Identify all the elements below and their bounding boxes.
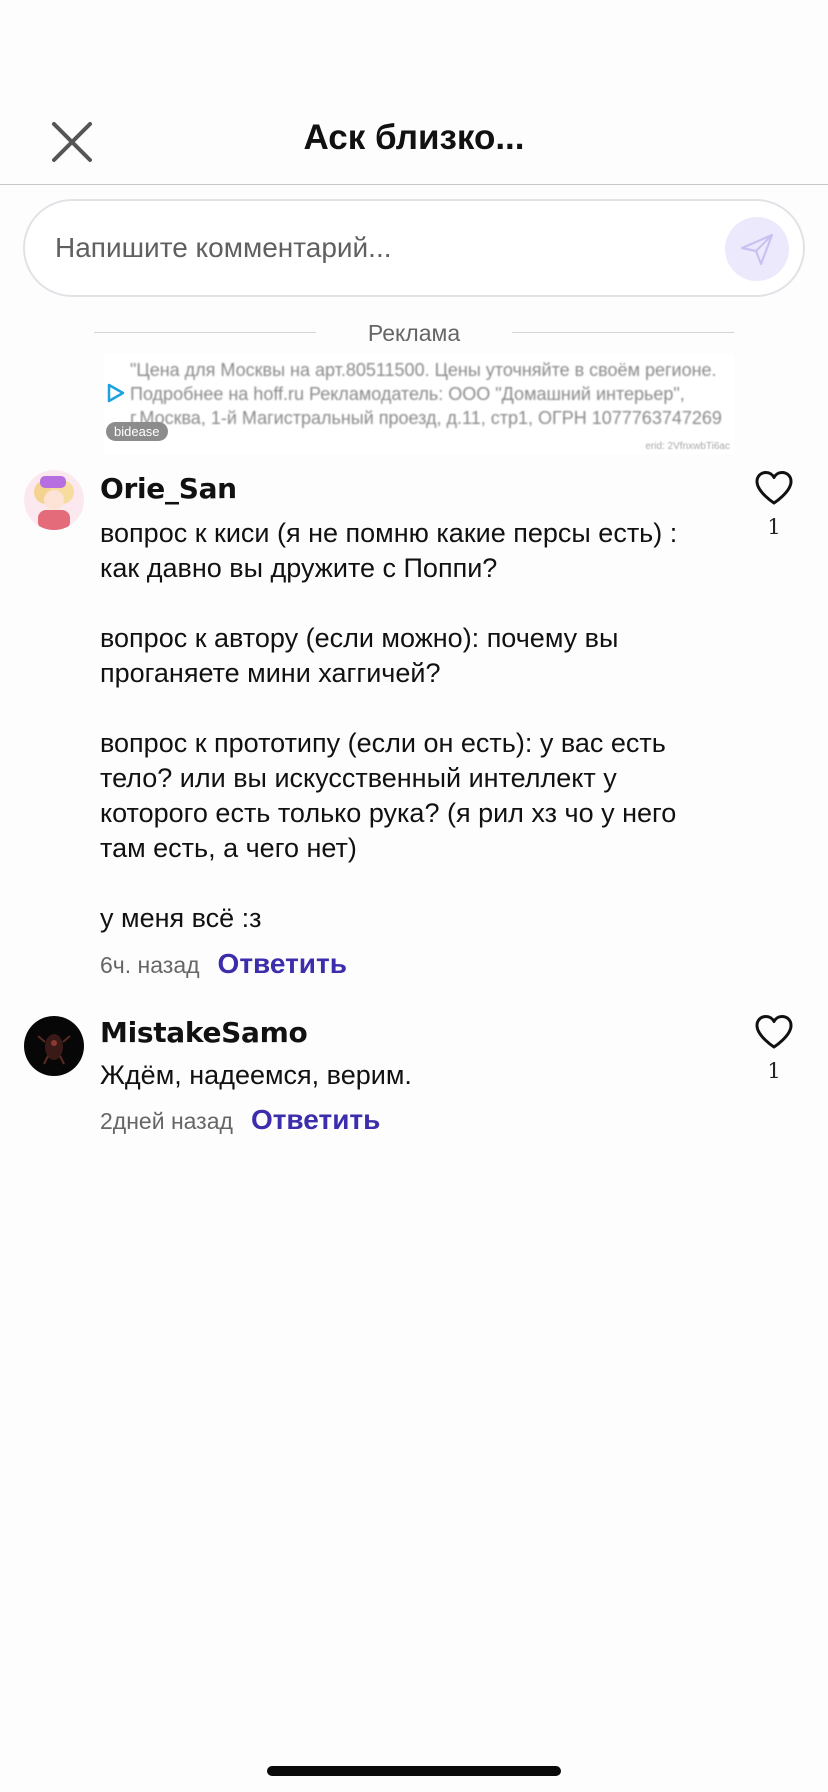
avatar-image (24, 470, 84, 530)
send-icon (740, 233, 774, 266)
comment-paragraph: вопрос к автору (если можно): почему вы … (100, 623, 619, 688)
ad-banner[interactable]: "Цена для Москвы на арт.80511500. Цены у… (104, 354, 734, 454)
ad-text: "Цена для Москвы на арт.80511500. Цены у… (130, 360, 722, 428)
comment-paragraph: вопрос к киси (я не помню какие персы ес… (100, 518, 678, 583)
comment-paragraph (100, 866, 700, 901)
comment-meta: 2дней назад Ответить (100, 1104, 380, 1136)
avatar-image (24, 1016, 84, 1076)
page-title: Аск близко... (303, 118, 525, 157)
comment-paragraph: у меня всё :з (100, 903, 262, 933)
ad-play-icon (107, 383, 125, 403)
comment-paragraph (100, 691, 700, 726)
comment-meta: 6ч. назад Ответить (100, 948, 347, 980)
home-indicator[interactable] (267, 1766, 561, 1776)
comment-text: вопрос к киси (я не помню какие персы ес… (100, 516, 700, 936)
comment-paragraph (100, 586, 700, 621)
header-divider (0, 184, 828, 185)
comment-paragraph: Ждём, надеемся, верим. (100, 1060, 412, 1090)
comment-username[interactable]: Orie_San (100, 472, 237, 505)
ad-label: Реклама (367, 320, 461, 346)
comment-composer (23, 199, 805, 297)
comment-username[interactable]: MistakeSamo (100, 1016, 308, 1049)
header: Аск близко... (0, 96, 828, 184)
ad-badge: bidease (106, 422, 168, 441)
ad-erid: erid: 2VfnxwbTi6ac (645, 441, 730, 452)
avatar[interactable] (24, 1016, 84, 1076)
ad-label-row: Реклама (94, 318, 734, 348)
like-button[interactable]: 1 (752, 1014, 796, 1083)
reply-button[interactable]: Ответить (218, 948, 347, 980)
ad-divider-right (512, 332, 734, 333)
like-button[interactable]: 1 (752, 470, 796, 539)
like-count: 1 (767, 1059, 781, 1083)
like-count: 1 (767, 515, 781, 539)
avatar[interactable] (24, 470, 84, 530)
reply-button[interactable]: Ответить (251, 1104, 380, 1136)
comment-paragraph: вопрос к прототипу (если он есть): у вас… (100, 728, 677, 863)
send-button[interactable] (725, 217, 789, 281)
heart-icon (755, 1015, 793, 1049)
comment-text: Ждём, надеемся, верим. (100, 1058, 700, 1093)
comment-time: 2дней назад (100, 1108, 233, 1134)
comment-input[interactable] (55, 223, 695, 273)
comment-time: 6ч. назад (100, 952, 200, 978)
heart-icon (755, 471, 793, 505)
